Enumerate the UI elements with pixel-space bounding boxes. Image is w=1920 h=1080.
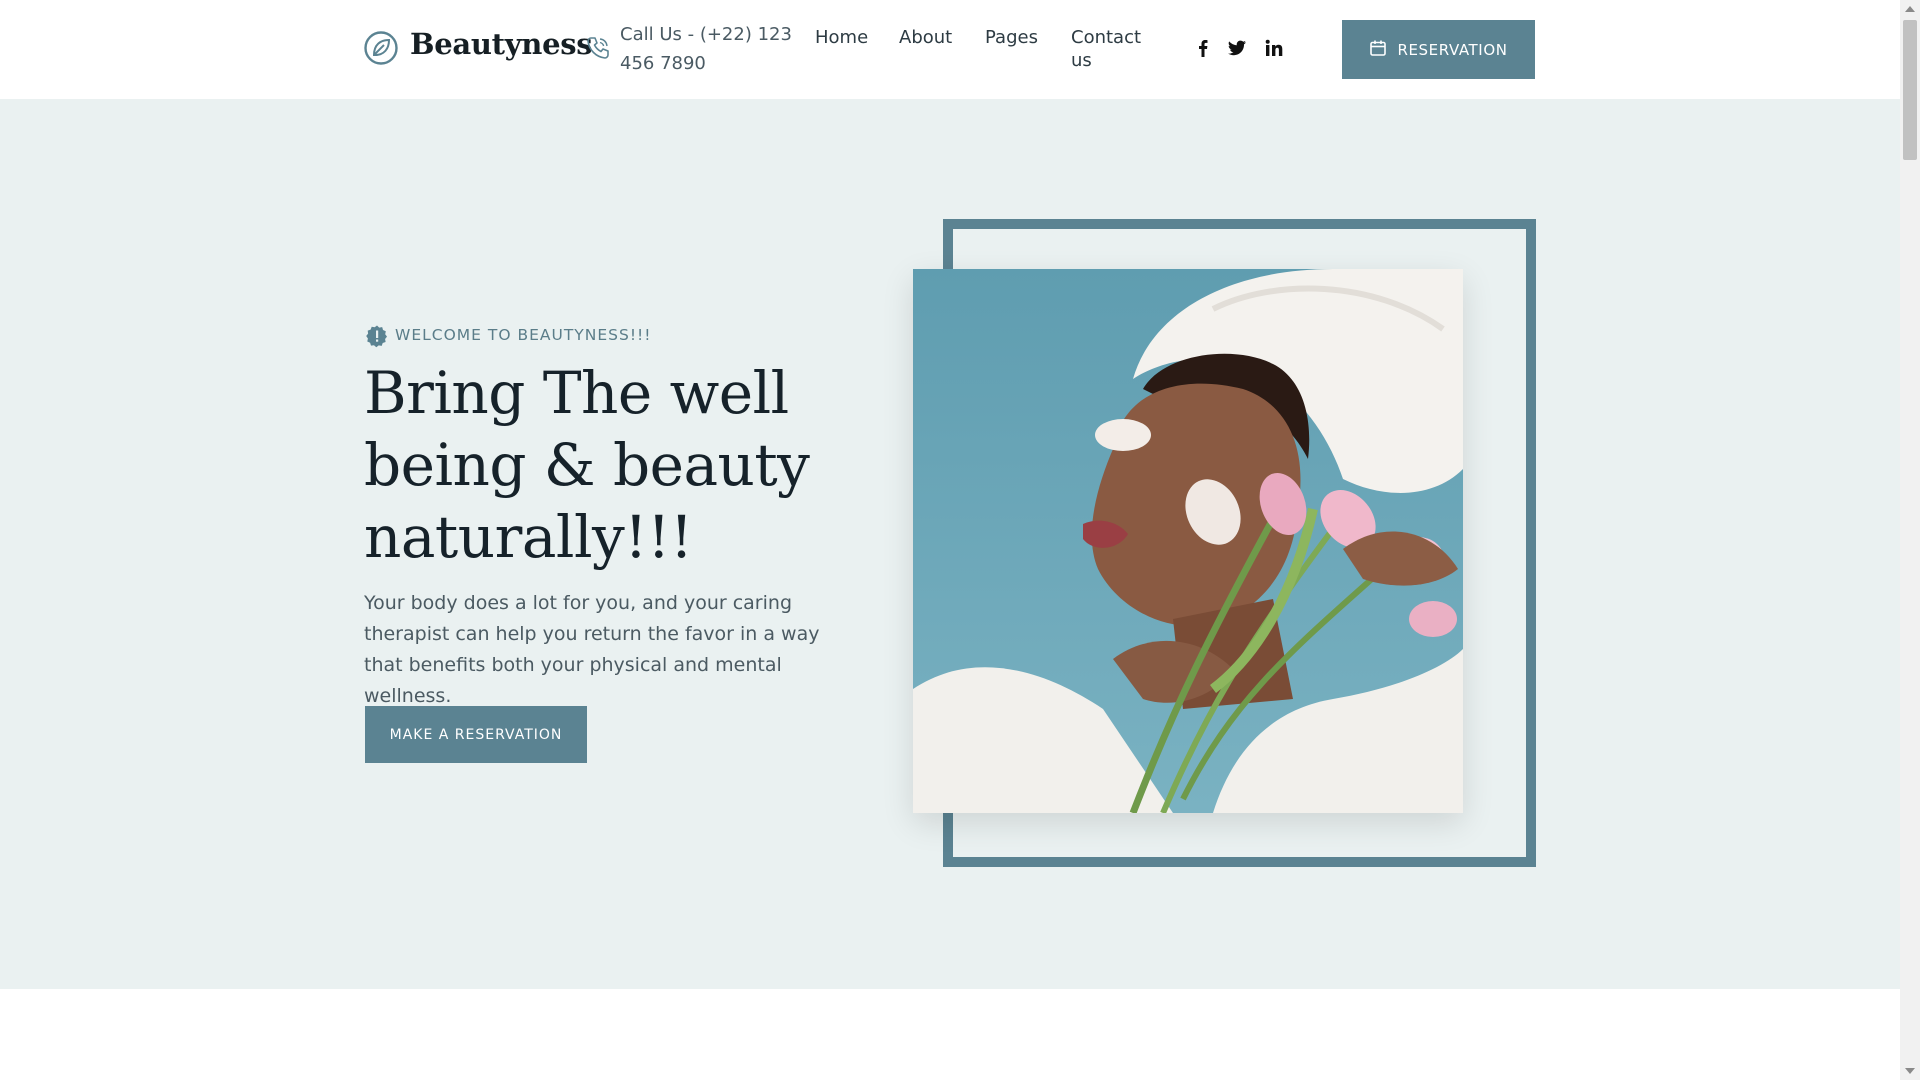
- hero-photo: [913, 269, 1463, 813]
- make-reservation-button[interactable]: MAKE A RESERVATION: [365, 706, 587, 763]
- nav-pages[interactable]: Pages: [985, 26, 1038, 49]
- calendar-icon: [1369, 39, 1387, 61]
- facebook-icon[interactable]: [1192, 37, 1214, 59]
- badge-icon: [365, 324, 389, 348]
- scroll-up-icon[interactable]: [1905, 6, 1915, 12]
- phone-icon: [585, 35, 611, 61]
- hero-description: Your body does a lot for you, and your c…: [364, 592, 820, 707]
- reservation-button[interactable]: RESERVATION: [1342, 20, 1535, 79]
- nav-home[interactable]: Home: [815, 26, 868, 49]
- linkedin-icon[interactable]: [1263, 37, 1285, 59]
- nav-about[interactable]: About: [899, 26, 952, 49]
- leaf-circle-icon[interactable]: [363, 30, 399, 66]
- site-header: Beautyness Call Us - (+22) 123 456 7890 …: [0, 0, 1900, 99]
- reservation-label: RESERVATION: [1397, 40, 1508, 59]
- page-scrollbar[interactable]: [1900, 0, 1920, 1080]
- hero-section: WELCOME TO BEAUTYNESS!!! Bring The well …: [0, 99, 1900, 989]
- welcome-tagline: WELCOME TO BEAUTYNESS!!!: [395, 326, 652, 344]
- site-logo[interactable]: Beautyness: [410, 27, 593, 61]
- scroll-down-icon[interactable]: [1905, 1068, 1915, 1074]
- twitter-icon[interactable]: [1226, 37, 1248, 59]
- hero-title: Bring The well being & beauty naturally!…: [364, 359, 810, 571]
- scroll-thumb[interactable]: [1903, 20, 1917, 160]
- nav-contact-us[interactable]: Contact us: [1071, 26, 1151, 72]
- phone-number[interactable]: Call Us - (+22) 123 456 7890: [620, 20, 820, 78]
